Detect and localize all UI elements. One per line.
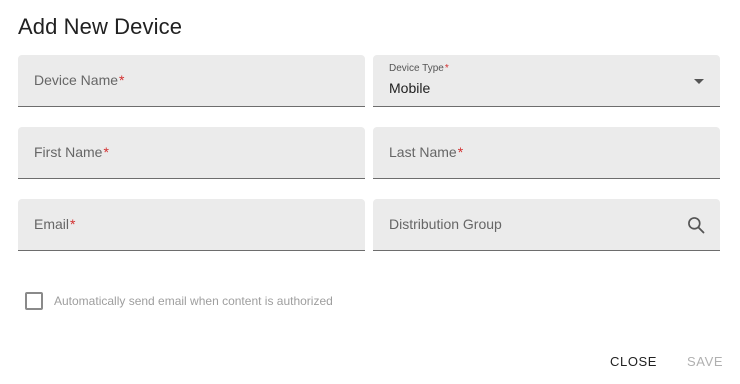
required-marker: * (103, 144, 109, 160)
distribution-group-label: Distribution Group (389, 216, 502, 232)
device-name-field[interactable]: Device Name* (18, 55, 365, 107)
auto-email-checkbox[interactable] (25, 292, 43, 310)
search-icon[interactable] (686, 215, 706, 235)
last-name-label: Last Name* (389, 144, 464, 160)
first-name-field[interactable]: First Name* (18, 127, 365, 179)
dialog-title: Add New Device (18, 14, 183, 39)
save-button[interactable]: SAVE (687, 354, 723, 369)
device-name-label: Device Name* (34, 72, 125, 88)
required-marker: * (70, 216, 76, 232)
close-button[interactable]: CLOSE (610, 354, 657, 369)
device-type-select[interactable]: Device Type* Mobile (373, 55, 720, 107)
email-label: Email* (34, 216, 76, 232)
device-type-value: Mobile (389, 80, 431, 96)
device-type-label: Device Type* (389, 63, 449, 74)
required-marker: * (119, 72, 125, 88)
distribution-group-field[interactable]: Distribution Group (373, 199, 720, 251)
first-name-label: First Name* (34, 144, 109, 160)
required-marker: * (457, 144, 464, 160)
required-marker: * (444, 63, 449, 74)
email-field[interactable]: Email* (18, 199, 365, 251)
last-name-field[interactable]: Last Name* (373, 127, 720, 179)
auto-email-option[interactable]: Automatically send email when content is… (25, 292, 333, 310)
auto-email-label: Automatically send email when content is… (54, 294, 333, 308)
dropdown-arrow-icon[interactable] (694, 79, 704, 84)
